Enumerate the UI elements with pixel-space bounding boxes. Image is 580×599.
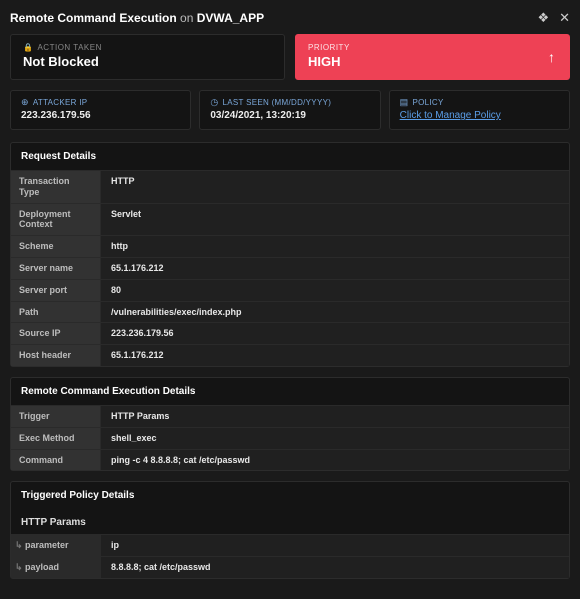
- table-row: Deployment ContextServlet: [11, 203, 569, 236]
- request-details-title: Request Details: [11, 143, 569, 170]
- last-seen-value: 03/24/2021, 13:20:19: [210, 110, 369, 121]
- summary-cards: 🔒 ACTION TAKEN Not Blocked PRIORITY HIGH…: [10, 34, 570, 80]
- attacker-ip-card: ⊕ ATTACKER IP 223.236.179.56: [10, 90, 191, 130]
- policy-details-section: Triggered Policy Details HTTP Params par…: [10, 481, 570, 579]
- kv-key: Transaction Type: [11, 171, 101, 203]
- kv-key: Source IP: [11, 323, 101, 344]
- kv-key: payload: [11, 557, 101, 578]
- kv-val: 223.236.179.56: [101, 323, 569, 344]
- table-row: TriggerHTTP Params: [11, 405, 569, 427]
- attacker-ip-value: 223.236.179.56: [21, 110, 180, 121]
- kv-val: ip: [101, 535, 569, 556]
- close-icon[interactable]: ✕: [559, 10, 570, 26]
- kv-val: ping -c 4 8.8.8.8; cat /etc/passwd: [101, 450, 569, 471]
- table-row: Host header65.1.176.212: [11, 344, 569, 366]
- kv-key: Path: [11, 302, 101, 323]
- table-row: parameterip: [11, 534, 569, 556]
- title-on: on: [180, 11, 193, 25]
- layers-icon[interactable]: ❖: [537, 10, 549, 26]
- table-row: Transaction TypeHTTP: [11, 170, 569, 203]
- policy-label-text: POLICY: [412, 98, 443, 107]
- table-row: Commandping -c 4 8.8.8.8; cat /etc/passw…: [11, 449, 569, 471]
- kv-val: 8.8.8.8; cat /etc/passwd: [101, 557, 569, 578]
- priority-value: HIGH: [308, 54, 557, 69]
- last-seen-label: ◷ LAST SEEN (MM/DD/YYYY): [210, 97, 369, 108]
- document-icon: ▤: [400, 97, 409, 108]
- table-row: Server name65.1.176.212: [11, 257, 569, 279]
- app-name: DVWA_APP: [197, 11, 264, 25]
- info-cards: ⊕ ATTACKER IP 223.236.179.56 ◷ LAST SEEN…: [10, 90, 570, 130]
- table-row: Exec Methodshell_exec: [11, 427, 569, 449]
- kv-val: HTTP Params: [101, 406, 569, 427]
- rce-details-title: Remote Command Execution Details: [11, 378, 569, 405]
- kv-val: shell_exec: [101, 428, 569, 449]
- page-title: Remote Command Execution on DVWA_APP: [10, 11, 264, 25]
- kv-val: 80: [101, 280, 569, 301]
- rce-details-section: Remote Command Execution Details Trigger…: [10, 377, 570, 471]
- priority-label: PRIORITY: [308, 43, 557, 52]
- table-row: Source IP223.236.179.56: [11, 322, 569, 344]
- request-details-section: Request Details Transaction TypeHTTP Dep…: [10, 142, 570, 367]
- kv-val: 65.1.176.212: [101, 258, 569, 279]
- lock-icon: 🔒: [23, 43, 33, 52]
- policy-details-title: Triggered Policy Details: [11, 482, 569, 509]
- kv-key: Host header: [11, 345, 101, 366]
- action-taken-card: 🔒 ACTION TAKEN Not Blocked: [10, 34, 285, 80]
- table-row: Schemehttp: [11, 235, 569, 257]
- kv-val: HTTP: [101, 171, 569, 203]
- table-row: payload8.8.8.8; cat /etc/passwd: [11, 556, 569, 578]
- kv-key: Server port: [11, 280, 101, 301]
- kv-key: parameter: [11, 535, 101, 556]
- title-prefix: Remote Command Execution: [10, 11, 177, 25]
- last-seen-card: ◷ LAST SEEN (MM/DD/YYYY) 03/24/2021, 13:…: [199, 90, 380, 130]
- action-label-text: ACTION TAKEN: [37, 43, 101, 52]
- table-row: Path/vulnerabilities/exec/index.php: [11, 301, 569, 323]
- kv-key: Trigger: [11, 406, 101, 427]
- last-seen-label-text: LAST SEEN (MM/DD/YYYY): [222, 98, 331, 107]
- manage-policy-link[interactable]: Click to Manage Policy: [400, 110, 559, 121]
- attacker-ip-label: ⊕ ATTACKER IP: [21, 97, 180, 108]
- kv-key: Server name: [11, 258, 101, 279]
- action-taken-label: 🔒 ACTION TAKEN: [23, 43, 272, 52]
- arrow-up-icon: ↑: [548, 49, 555, 65]
- kv-val: 65.1.176.212: [101, 345, 569, 366]
- globe-icon: ⊕: [21, 97, 29, 108]
- kv-key: Scheme: [11, 236, 101, 257]
- policy-subheader: HTTP Params: [11, 509, 569, 534]
- kv-val: http: [101, 236, 569, 257]
- attacker-ip-label-text: ATTACKER IP: [33, 98, 88, 107]
- clock-icon: ◷: [210, 97, 218, 108]
- kv-key: Exec Method: [11, 428, 101, 449]
- policy-label: ▤ POLICY: [400, 97, 559, 108]
- header-actions: ❖ ✕: [537, 10, 570, 26]
- kv-key: Command: [11, 450, 101, 471]
- priority-card: PRIORITY HIGH ↑: [295, 34, 570, 80]
- kv-val: /vulnerabilities/exec/index.php: [101, 302, 569, 323]
- header-bar: Remote Command Execution on DVWA_APP ❖ ✕: [10, 0, 570, 34]
- table-row: Server port80: [11, 279, 569, 301]
- kv-val: Servlet: [101, 204, 569, 236]
- root: Remote Command Execution on DVWA_APP ❖ ✕…: [0, 0, 580, 599]
- action-taken-value: Not Blocked: [23, 54, 272, 69]
- policy-card: ▤ POLICY Click to Manage Policy: [389, 90, 570, 130]
- kv-key: Deployment Context: [11, 204, 101, 236]
